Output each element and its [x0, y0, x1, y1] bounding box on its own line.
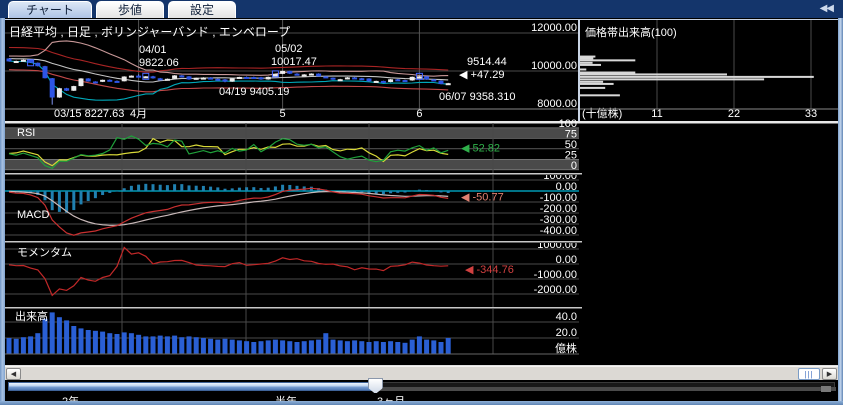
svg-text:価格帯出来高(100): 価格帯出来高(100) — [585, 25, 677, 39]
chart-window: チャート 歩値 設定 ◀◀ 12000.00 10000.00 8000.00 4月 5… — [0, 0, 843, 405]
svg-text:04/01: 04/01 — [139, 44, 167, 56]
svg-text:33: 33 — [805, 108, 817, 120]
tab-ayumine[interactable]: 歩値 — [96, 1, 164, 18]
svg-text:20.0: 20.0 — [556, 327, 577, 339]
svg-text:◀ -344.76: ◀ -344.76 — [465, 264, 514, 276]
svg-text:4月: 4月 — [130, 108, 147, 120]
svg-text:11: 11 — [651, 108, 662, 120]
scroll-right-button[interactable]: ▶ — [822, 368, 837, 380]
svg-text:10017.47: 10017.47 — [271, 56, 317, 68]
svg-text:日経平均 , 日足 , ボリンジャーバンド , エンベロープ: 日経平均 , 日足 , ボリンジャーバンド , エンベロープ — [9, 25, 290, 39]
svg-text:05/02: 05/02 — [275, 43, 303, 55]
svg-text:RSI: RSI — [17, 127, 35, 139]
svg-text:0: 0 — [571, 160, 577, 172]
svg-text:5: 5 — [280, 108, 286, 120]
collapse-icon[interactable]: ◀◀ — [820, 3, 833, 14]
svg-text:03/15 8227.63: 03/15 8227.63 — [54, 108, 124, 120]
svg-text:04/19 9405.19: 04/19 9405.19 — [219, 86, 289, 98]
svg-text:12000.00: 12000.00 — [531, 22, 577, 34]
svg-text:◀ -50.77: ◀ -50.77 — [461, 192, 504, 204]
tab-chart[interactable]: チャート — [8, 1, 92, 18]
chart-panels: 12000.00 10000.00 8000.00 4月 5 6 04/019822.06 0… — [5, 19, 838, 367]
svg-text:9514.44: 9514.44 — [467, 56, 507, 68]
svg-text:◀ 52.82: ◀ 52.82 — [461, 143, 500, 155]
svg-text:06/07 9358.310: 06/07 9358.310 — [439, 91, 515, 103]
window-frame-left — [0, 18, 5, 405]
svg-text:億株: 億株 — [555, 341, 577, 355]
slider-thumb[interactable] — [368, 378, 383, 394]
horizontal-scrollbar[interactable]: ◀ ||| ▶ — [5, 366, 838, 380]
slider-track-cap — [821, 386, 831, 392]
svg-text:0.00: 0.00 — [556, 254, 577, 266]
chart-client-area: 12000.00 10000.00 8000.00 4月 5 6 04/019822.06 0… — [5, 18, 838, 402]
svg-text:MACD: MACD — [17, 209, 49, 221]
svg-text:22: 22 — [728, 108, 740, 120]
period-slider — [5, 380, 838, 393]
svg-text:モメンタム: モメンタム — [17, 246, 72, 259]
svg-text:◀ +47.29: ◀ +47.29 — [459, 69, 504, 81]
scrollbar-thumb[interactable]: ||| — [798, 368, 820, 380]
svg-text:(十億株): (十億株) — [582, 106, 622, 120]
slider-fill — [8, 382, 374, 391]
svg-text:-1000.00: -1000.00 — [534, 269, 577, 281]
window-frame-bottom — [0, 401, 843, 405]
svg-text:9822.06: 9822.06 — [139, 57, 179, 69]
svg-text:-400.00: -400.00 — [540, 225, 577, 237]
scroll-left-button[interactable]: ◀ — [6, 368, 21, 380]
slider-track-groove — [374, 387, 836, 391]
tab-settings[interactable]: 設定 — [168, 1, 236, 18]
svg-text:10000.00: 10000.00 — [531, 60, 577, 72]
svg-text:6: 6 — [416, 108, 422, 120]
window-frame-right — [838, 18, 843, 405]
svg-text:40.0: 40.0 — [556, 311, 577, 323]
tab-bar: チャート 歩値 設定 ◀◀ — [0, 0, 843, 18]
svg-text:8000.00: 8000.00 — [537, 98, 577, 110]
svg-text:出来高: 出来高 — [15, 309, 48, 323]
chart-canvas: 12000.00 10000.00 8000.00 4月 5 6 04/019822.06 0… — [5, 20, 838, 368]
svg-text:-2000.00: -2000.00 — [534, 284, 577, 296]
